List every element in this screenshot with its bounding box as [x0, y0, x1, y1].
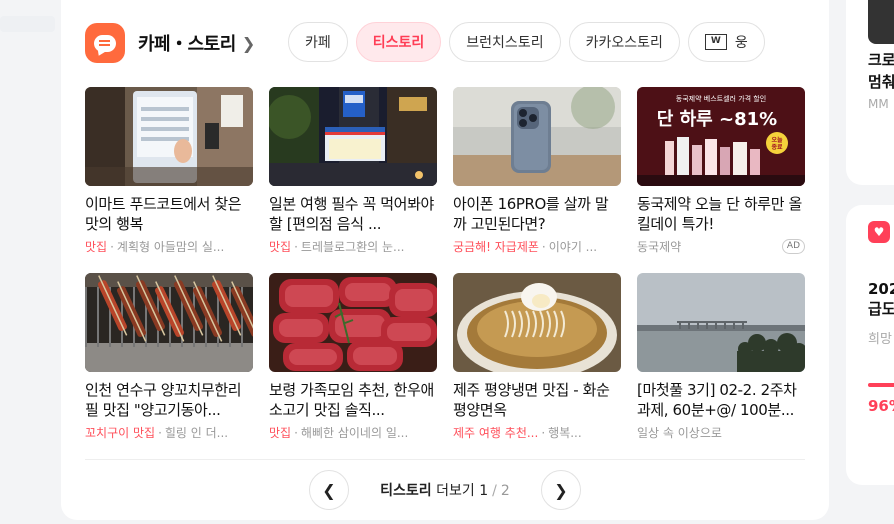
section-header: 카페・스토리 ❯ 카페 티스토리 브런치스토리 카카오스토리 W웅 ❯ [85, 22, 805, 64]
side-card-top[interactable]: 크로 멈춰 MM [846, 0, 894, 185]
meta-separator: · [541, 239, 546, 254]
tab-3[interactable]: 카카오스토리 [568, 22, 680, 62]
story-category: 궁금해! 자급제폰 [453, 240, 539, 254]
cafe-story-section: 카페・스토리 ❯ 카페티스토리브런치스토리카카오스토리W웅 ❯ 이마트 푸드코트… [61, 0, 829, 520]
tab-1[interactable]: 티스토리 [355, 22, 442, 62]
story-thumbnail [85, 273, 253, 372]
story-grid: 이마트 푸드코트에서 찾은 맛의 행복 맛집 · 계획형 아들맘의 실... 일본 여행… [85, 87, 805, 445]
story-source: 동국제약 [637, 240, 682, 254]
story-thumbnail [85, 87, 253, 186]
chevron-left-icon: ❮ [322, 480, 336, 500]
story-source: 계획형 아들맘의 실... [116, 240, 225, 254]
background-placeholder [0, 16, 55, 32]
pagination: ❮ 티스토리 더보기 1/2 ❯ [309, 470, 581, 510]
story-card[interactable]: 동국제약 베스트셀러 가격 할인단 하루 ~81% 오늘 종료동국제약 오늘 단 하… [637, 87, 805, 259]
story-meta: 맛집 · 트레블로그환의 눈... [269, 238, 437, 255]
pager-current: 1 [479, 483, 489, 499]
story-thumbnail [637, 273, 805, 372]
pager-separator: / [492, 483, 497, 499]
tab-label: 브런치스토리 [466, 35, 544, 51]
story-meta: 맛집 · 해삐한 삼이네의 일... [269, 424, 437, 441]
story-card[interactable]: [마첫풀 3기] 02-2. 2주차 과제, 60분+@/ 100분... 일상 … [637, 273, 805, 445]
story-source: 힐링 인 더... [164, 426, 229, 440]
progress-bar [868, 383, 894, 387]
meta-separator: · [294, 425, 298, 440]
story-category: 제주 여행 추천... [453, 426, 539, 440]
side-subtitle: MM [868, 97, 889, 111]
story-category: 맛집 [269, 240, 292, 254]
story-thumbnail [269, 273, 437, 372]
story-title[interactable]: 동국제약 오늘 단 하루만 올킬데이 특가! [637, 194, 805, 234]
side-card-bottom[interactable]: ♥ 202급도 희망 96% [846, 205, 894, 485]
story-title[interactable]: 이마트 푸드코트에서 찾은 맛의 행복 [85, 194, 253, 234]
heart-icon: ♥ [868, 221, 890, 243]
side-thumbnail [868, 0, 894, 44]
tab-label: 카페 [305, 35, 331, 51]
tab-label: 웅 [734, 35, 748, 51]
side-title: 202급도 [868, 280, 894, 318]
story-card[interactable]: 인천 연수구 양꼬치무한리필 맛집 "양고기동아... 꼬치구이 맛집 · 힐링 인 … [85, 273, 253, 445]
svg-text:단 하루 ~81%: 단 하루 ~81% [657, 109, 777, 130]
pager-label: 티스토리 [380, 483, 432, 499]
story-thumbnail [453, 87, 621, 186]
story-card[interactable]: 아이폰 16PRO를 살까 말까 고민된다면? 궁금해! 자급제폰 · 이야기 ... [453, 87, 621, 259]
story-source: 일상 속 이상으로 [637, 426, 722, 440]
pager-more: 더보기 [436, 483, 475, 499]
progress-percent: 96% [868, 397, 894, 415]
source-tabs: 카페티스토리브런치스토리카카오스토리W웅 ❯ [288, 22, 805, 64]
chevron-right-icon: ❯ [554, 480, 568, 500]
story-title[interactable]: [마첫풀 3기] 02-2. 2주차 과제, 60분+@/ 100분... [637, 380, 805, 420]
story-card[interactable]: 일본 여행 필수 꼭 먹어봐야 할 [편의점 음식 ... 맛집 · 트레블로그환의 … [269, 87, 437, 259]
story-card[interactable]: 보령 가족모임 추천, 한우애 소고기 맛집 솔직... 맛집 · 해삐한 삼이네의 … [269, 273, 437, 445]
story-meta: 일상 속 이상으로 [637, 424, 805, 441]
meta-separator: · [110, 239, 114, 254]
pager-text[interactable]: 티스토리 더보기 1/2 [380, 480, 510, 500]
side-subtitle: 희망 [868, 332, 892, 347]
pager-total: 2 [500, 483, 510, 499]
story-meta: 꼬치구이 맛집 · 힐링 인 더... [85, 424, 253, 441]
tab-label: 카카오스토리 [585, 35, 663, 51]
story-category: 맛집 [85, 240, 108, 254]
story-source: 행복... [548, 426, 582, 440]
svg-text:오늘: 오늘 [771, 136, 783, 144]
svg-text:동국제약 베스트셀러 가격 할인: 동국제약 베스트셀러 가격 할인 [676, 94, 766, 103]
story-meta: 궁금해! 자급제폰 · 이야기 ... [453, 238, 621, 255]
story-meta: 제주 여행 추천... · 행복... [453, 424, 621, 441]
meta-separator: · [294, 239, 298, 254]
story-source: 이야기 ... [548, 240, 598, 254]
side-title: 크로 멈춰 [868, 51, 894, 91]
story-title[interactable]: 제주 평양냉면 맛집 - 화순평양면옥 [453, 380, 621, 420]
story-source: 트레블로그환의 눈... [300, 240, 405, 254]
story-meta: 동국제약 AD [637, 238, 805, 255]
story-meta: 맛집 · 계획형 아들맘의 실... [85, 238, 253, 255]
meta-separator: · [541, 425, 546, 440]
story-category: 맛집 [269, 426, 292, 440]
ad-badge: AD [781, 239, 805, 254]
meta-separator: · [158, 425, 162, 440]
story-source: 해삐한 삼이네의 일... [300, 426, 409, 440]
story-title[interactable]: 일본 여행 필수 꼭 먹어봐야 할 [편의점 음식 ... [269, 194, 437, 234]
story-card[interactable]: 이마트 푸드코트에서 찾은 맛의 행복맛집 · 계획형 아들맘의 실... [85, 87, 253, 259]
story-card[interactable]: 제주 평양냉면 맛집 - 화순평양면옥제주 여행 추천... · 행복... [453, 273, 621, 445]
divider [85, 459, 805, 460]
tab-2[interactable]: 브런치스토리 [449, 22, 561, 62]
story-category: 꼬치구이 맛집 [85, 426, 156, 440]
flag-icon: W [704, 34, 727, 50]
svg-text:종료: 종료 [771, 143, 783, 151]
story-title[interactable]: 인천 연수구 양꼬치무한리필 맛집 "양고기동아... [85, 380, 253, 420]
story-thumbnail [453, 273, 621, 372]
tab-0[interactable]: 카페 [288, 22, 348, 62]
prev-page-button[interactable]: ❮ [309, 470, 349, 510]
tab-4[interactable]: W웅 [687, 22, 765, 62]
section-title: 카페・스토리 [138, 34, 236, 55]
next-page-button[interactable]: ❯ [540, 470, 581, 510]
chat-bubble-icon [85, 23, 125, 63]
chevron-right-icon: ❯ [241, 33, 255, 53]
story-thumbnail: 동국제약 베스트셀러 가격 할인단 하루 ~81% 오늘 종료 [637, 87, 805, 186]
story-title[interactable]: 아이폰 16PRO를 살까 말까 고민된다면? [453, 194, 621, 234]
story-thumbnail [269, 87, 437, 186]
tab-label: 티스토리 [372, 35, 425, 51]
section-title-link[interactable]: 카페・스토리 ❯ [138, 30, 255, 56]
story-title[interactable]: 보령 가족모임 추천, 한우애 소고기 맛집 솔직... [269, 380, 437, 420]
